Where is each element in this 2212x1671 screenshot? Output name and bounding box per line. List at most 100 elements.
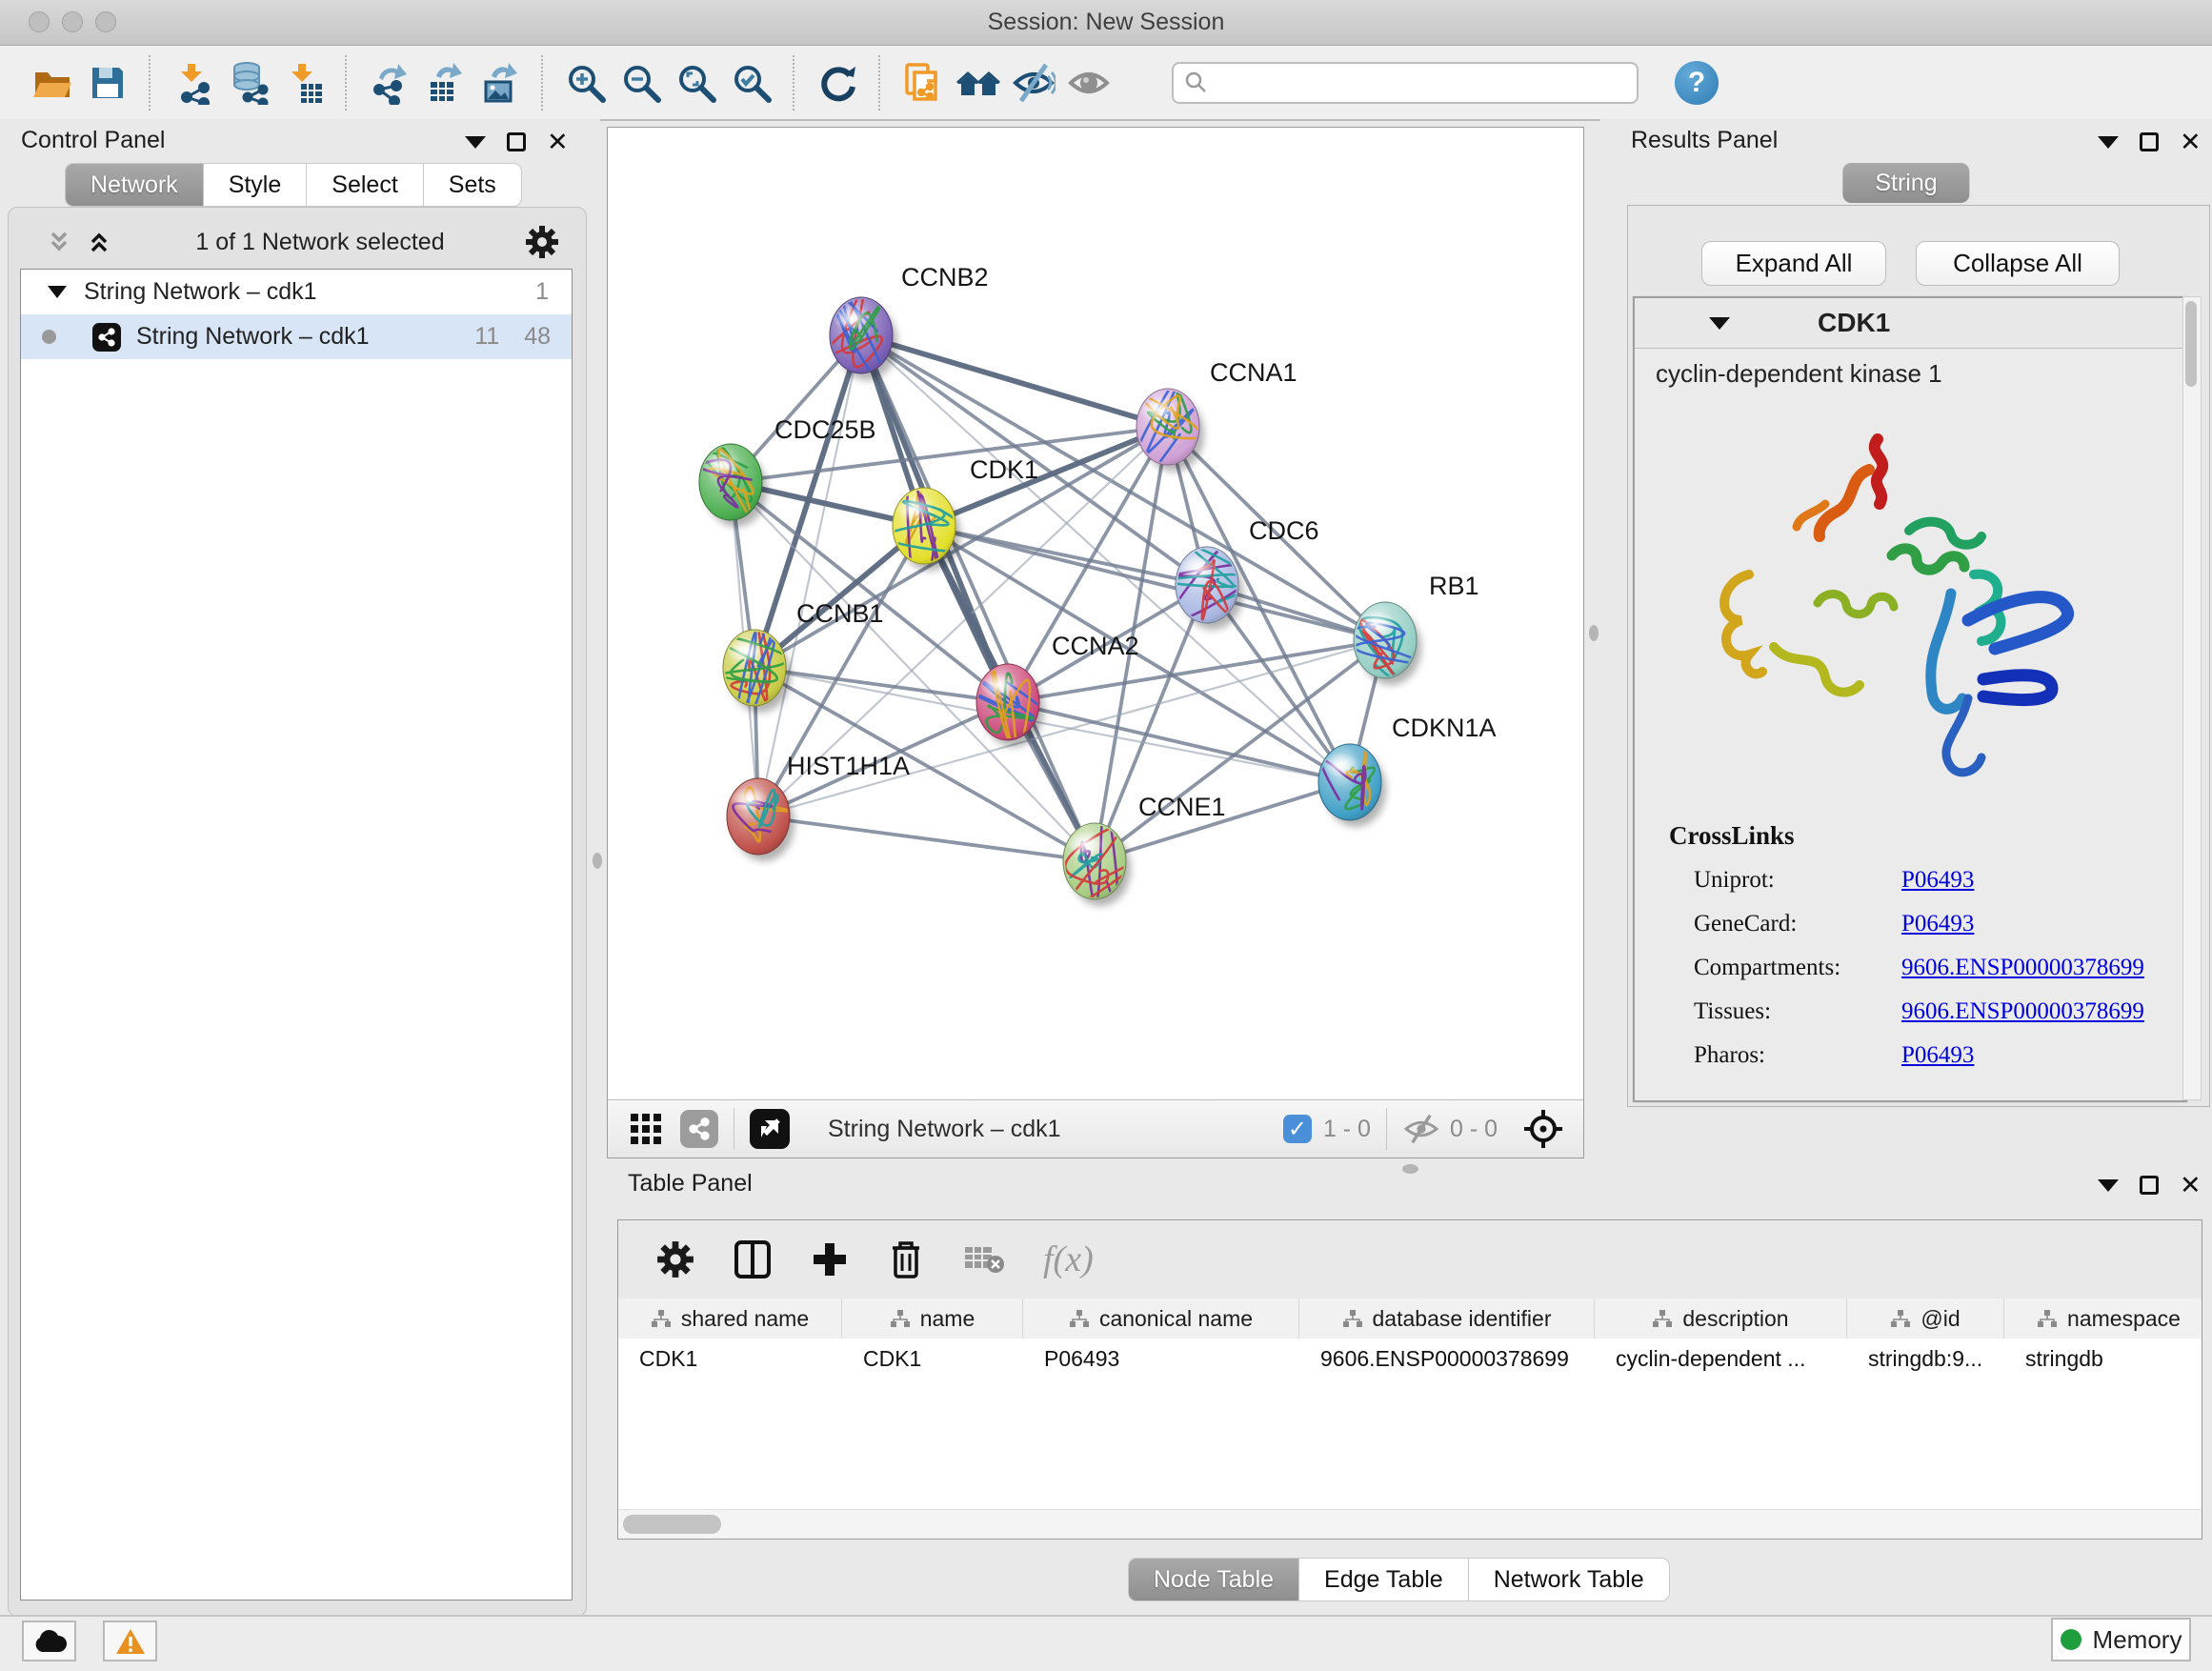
show-columns-icon[interactable] bbox=[733, 1238, 773, 1280]
search-input[interactable] bbox=[1172, 62, 1639, 104]
crosslink-link[interactable]: P06493 bbox=[1901, 911, 1974, 937]
tab-select[interactable]: Select bbox=[307, 163, 423, 207]
tab-sets[interactable]: Sets bbox=[424, 163, 522, 207]
network-options-gear-icon[interactable] bbox=[525, 225, 559, 259]
column-header-description[interactable]: description bbox=[1595, 1299, 1847, 1339]
crosslink-link[interactable]: P06493 bbox=[1901, 1042, 1974, 1069]
collapse-all-icon[interactable] bbox=[43, 228, 75, 256]
column-header-namespace[interactable]: namespace bbox=[2004, 1299, 2202, 1339]
collection-collapse-icon[interactable] bbox=[48, 286, 67, 298]
memory-button[interactable]: Memory bbox=[2051, 1618, 2191, 1661]
import-network-database-button[interactable] bbox=[221, 56, 276, 110]
edge-CCNB2-CCNA1[interactable] bbox=[861, 335, 1168, 427]
show-all-button[interactable] bbox=[1061, 56, 1116, 110]
network-row[interactable]: String Network – cdk1 11 48 bbox=[21, 314, 572, 359]
tab-style[interactable]: Style bbox=[204, 163, 308, 207]
help-button[interactable]: ? bbox=[1675, 61, 1719, 105]
import-network-button[interactable] bbox=[166, 56, 221, 110]
open-session-button[interactable] bbox=[25, 56, 80, 110]
horizontal-splitter-handle[interactable] bbox=[1402, 1164, 1418, 1174]
node-RB1[interactable]: RB1 bbox=[1352, 572, 1478, 692]
grid-view-icon[interactable] bbox=[629, 1112, 663, 1146]
zoom-fit-button[interactable] bbox=[669, 56, 724, 110]
zoom-out-button[interactable] bbox=[613, 56, 669, 110]
table-cell[interactable]: CDK1 bbox=[842, 1339, 1023, 1379]
import-table-button[interactable] bbox=[276, 56, 332, 110]
control-panel-menu-icon[interactable] bbox=[465, 136, 486, 149]
node-CCNB1[interactable]: CCNB1 bbox=[712, 576, 884, 727]
table-panel-menu-icon[interactable] bbox=[2098, 1179, 2119, 1192]
results-scrollbar-thumb[interactable] bbox=[2185, 301, 2197, 387]
results-panel-menu-icon[interactable] bbox=[2098, 136, 2119, 149]
left-splitter-handle[interactable] bbox=[593, 853, 602, 869]
zoom-selected-button[interactable] bbox=[724, 56, 779, 110]
right-splitter-handle[interactable] bbox=[1589, 625, 1599, 641]
control-panel-float-icon[interactable] bbox=[507, 132, 526, 151]
table-cell[interactable]: P06493 bbox=[1023, 1339, 1299, 1379]
clone-network-button[interactable] bbox=[895, 56, 951, 110]
table-cell[interactable]: CDK1 bbox=[618, 1339, 842, 1379]
table-cell[interactable]: stringdb bbox=[2004, 1339, 2202, 1379]
node-CCNB2[interactable]: CCNB2 bbox=[823, 263, 988, 409]
table-panel-close-icon[interactable]: ✕ bbox=[2180, 1176, 2202, 1195]
network-badge-icon[interactable] bbox=[680, 1110, 718, 1148]
edge-CCNB2-CCNE1[interactable] bbox=[861, 335, 1095, 861]
column-header-shared-name[interactable]: shared name bbox=[618, 1299, 842, 1339]
network-graph[interactable]: CCNB2CCNA1CDC25BCDK1CDC6RB1CCNB1CCNA2CDK… bbox=[608, 128, 1583, 1100]
selected-checkbox-icon[interactable]: ✓ bbox=[1283, 1115, 1312, 1143]
tab-string[interactable]: String bbox=[1842, 163, 1969, 203]
cloud-status-button[interactable] bbox=[22, 1621, 76, 1661]
expand-all-icon[interactable] bbox=[83, 228, 115, 256]
hide-selected-button[interactable] bbox=[1006, 56, 1061, 110]
create-column-plus-icon[interactable] bbox=[811, 1240, 849, 1278]
column-header-id[interactable]: @id bbox=[1847, 1299, 2004, 1339]
column-header-database-identifier[interactable]: database identifier bbox=[1299, 1299, 1595, 1339]
export-image-button[interactable] bbox=[473, 56, 528, 110]
network-view[interactable]: CCNB2CCNA1CDC25BCDK1CDC6RB1CCNB1CCNA2CDK… bbox=[607, 127, 1584, 1158]
collapse-all-button[interactable]: Collapse All bbox=[1916, 241, 2120, 286]
table-scrollbar-thumb[interactable] bbox=[623, 1515, 721, 1534]
zoom-in-button[interactable] bbox=[558, 56, 613, 110]
expand-all-button[interactable]: Expand All bbox=[1701, 241, 1886, 286]
column-header-canonical-name[interactable]: canonical name bbox=[1023, 1299, 1299, 1339]
results-panel-float-icon[interactable] bbox=[2140, 132, 2159, 151]
network-collection-row[interactable]: String Network – cdk1 1 bbox=[21, 270, 572, 314]
export-network-button[interactable] bbox=[362, 56, 417, 110]
edge-CCNB2-RB1[interactable] bbox=[861, 335, 1385, 640]
node-CDKN1A[interactable]: CDKN1A bbox=[1318, 714, 1497, 827]
table-cell[interactable]: 9606.ENSP00000378699 bbox=[1299, 1339, 1595, 1379]
table-options-gear-icon[interactable] bbox=[656, 1240, 694, 1278]
first-neighbors-button[interactable] bbox=[951, 56, 1006, 110]
results-scrollbar[interactable] bbox=[2182, 296, 2202, 1100]
tab-network-table[interactable]: Network Table bbox=[1469, 1558, 1670, 1601]
crosslink-link[interactable]: 9606.ENSP00000378699 bbox=[1901, 955, 2144, 981]
results-panel-close-icon[interactable]: ✕ bbox=[2180, 132, 2202, 151]
column-header-name[interactable]: name bbox=[842, 1299, 1023, 1339]
delete-table-icon[interactable] bbox=[963, 1243, 1005, 1276]
save-session-button[interactable] bbox=[80, 56, 135, 110]
table-panel-float-icon[interactable] bbox=[2140, 1176, 2159, 1195]
table-horizontal-scrollbar[interactable] bbox=[618, 1509, 2202, 1539]
control-panel-close-icon[interactable]: ✕ bbox=[547, 132, 569, 151]
delete-column-trash-icon[interactable] bbox=[887, 1238, 925, 1280]
table-row[interactable]: CDK1CDK1P064939606.ENSP00000378699cyclin… bbox=[618, 1339, 2202, 1379]
protein-card-header[interactable]: CDK1 bbox=[1635, 298, 2185, 349]
table-cell[interactable]: stringdb:9... bbox=[1847, 1339, 2004, 1379]
hidden-eye-icon[interactable] bbox=[1402, 1114, 1440, 1144]
function-builder-icon[interactable]: f(x) bbox=[1043, 1238, 1094, 1280]
crosslink-link[interactable]: 9606.ENSP00000378699 bbox=[1901, 998, 2144, 1025]
tab-node-table[interactable]: Node Table bbox=[1128, 1558, 1299, 1601]
refresh-view-button[interactable] bbox=[810, 56, 865, 110]
fit-selected-crosshair-icon[interactable] bbox=[1522, 1108, 1564, 1150]
birds-eye-view-icon[interactable] bbox=[750, 1109, 790, 1149]
tab-edge-table[interactable]: Edge Table bbox=[1299, 1558, 1469, 1601]
node-CCNE1[interactable]: CCNE1 bbox=[1063, 793, 1226, 907]
edge-CCNE1-HIST1H1A[interactable] bbox=[758, 816, 1095, 861]
export-table-button[interactable] bbox=[417, 56, 473, 110]
crosslink-link[interactable]: P06493 bbox=[1901, 867, 1974, 894]
edge-CCNB2-HIST1H1A[interactable] bbox=[758, 335, 861, 816]
protein-collapse-icon[interactable] bbox=[1709, 317, 1730, 330]
table-cell[interactable]: cyclin-dependent ... bbox=[1595, 1339, 1847, 1379]
warnings-button[interactable] bbox=[103, 1621, 157, 1661]
tab-network[interactable]: Network bbox=[65, 163, 204, 207]
